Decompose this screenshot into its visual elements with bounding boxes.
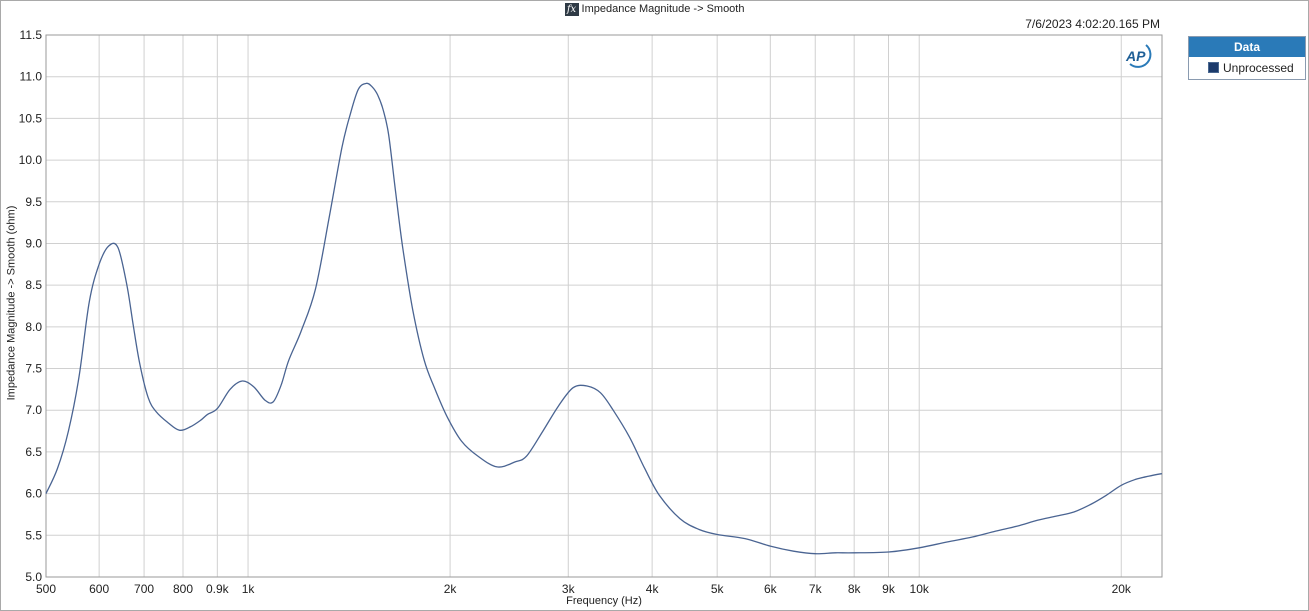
x-tick-label: 0.9k [206, 582, 230, 596]
y-tick-label: 10.5 [19, 111, 43, 125]
x-tick-label: 4k [646, 582, 660, 596]
y-tick-label: 6.0 [25, 487, 42, 501]
x-tick-label: 1k [242, 582, 256, 596]
y-tick-label: 10.0 [19, 153, 43, 167]
y-axis-label: Impedance Magnitude -> Smooth (ohm) [5, 205, 18, 401]
x-tick-label: 6k [764, 582, 778, 596]
y-tick-label: 8.0 [25, 320, 42, 334]
y-tick-label: 6.5 [25, 445, 42, 459]
x-tick-label: 20k [1112, 582, 1132, 596]
x-tick-label: 5k [711, 582, 725, 596]
x-axis-label: Frequency (Hz) [566, 595, 642, 607]
plot-area: 5.05.56.06.57.07.58.08.59.09.510.010.511… [19, 28, 1163, 596]
x-tick-label: 3k [562, 582, 576, 596]
x-tick-label: 8k [848, 582, 862, 596]
x-tick-label: 700 [134, 582, 154, 596]
y-tick-label: 9.5 [25, 195, 42, 209]
y-tick-label: 11.0 [20, 70, 43, 84]
y-tick-label: 9.0 [25, 236, 42, 250]
x-tick-label: 7k [809, 582, 823, 596]
x-tick-label: 800 [173, 582, 193, 596]
x-tick-label: 9k [882, 582, 896, 596]
plot-border [45, 34, 1163, 578]
x-tick-label: 600 [89, 582, 109, 596]
series-line-unprocessed [45, 82, 1163, 555]
y-tick-label: 8.5 [25, 278, 42, 292]
y-tick-label: 7.5 [25, 362, 42, 376]
x-tick-label: 500 [36, 582, 56, 596]
y-tick-label: 7.0 [25, 403, 42, 417]
y-tick-label: 5.5 [25, 528, 42, 542]
y-tick-label: 11.5 [20, 28, 43, 42]
x-tick-label: 2k [444, 582, 458, 596]
x-tick-label: 10k [910, 582, 930, 596]
